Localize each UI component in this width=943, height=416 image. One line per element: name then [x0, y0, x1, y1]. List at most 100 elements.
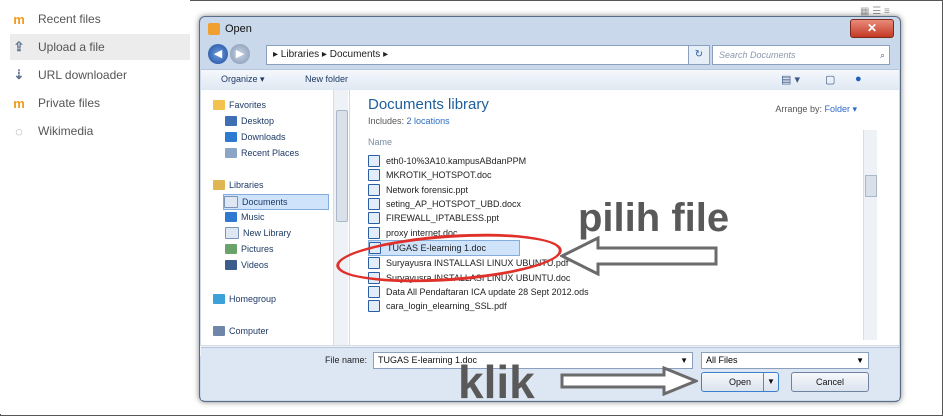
- videos-icon: [225, 260, 237, 270]
- open-dialog: Open ✕ ◀ ▶ ▸ Libraries ▸ Documents ▸ ↻ S…: [199, 16, 901, 402]
- file-icon: [368, 212, 380, 225]
- file-name: eth0-10%3A10.kampusABdanPPM: [386, 156, 527, 167]
- navigation-pane: Favorites Desktop Downloads Recent Place…: [201, 90, 350, 345]
- upload-icon: ⇪: [13, 39, 25, 54]
- file-icon: [368, 285, 380, 298]
- sidebar-item-private-files[interactable]: m Private files: [10, 90, 190, 116]
- arrange-label: Arrange by:: [775, 104, 822, 114]
- arrange-by: Arrange by: Folder ▾: [775, 104, 857, 115]
- cancel-button[interactable]: Cancel: [791, 372, 869, 392]
- sidebar-item-label: Wikimedia: [38, 124, 94, 138]
- nav-label: Computer: [229, 326, 269, 336]
- arrange-dropdown[interactable]: Folder ▾: [824, 104, 857, 114]
- file-row[interactable]: MKROTIK_HOTSPOT.doc: [368, 168, 878, 182]
- nav-homegroup[interactable]: Homegroup: [213, 292, 276, 306]
- view-options-icon[interactable]: ▤ ▾: [781, 73, 800, 86]
- sidebar-item-upload-a-file[interactable]: ⇪ Upload a file: [10, 34, 190, 60]
- documents-icon: [224, 196, 238, 208]
- preview-pane-icon[interactable]: ▢: [825, 73, 835, 86]
- file-row[interactable]: cara_login_elearning_SSL.pdf: [368, 299, 878, 313]
- scrollbar-thumb[interactable]: [336, 110, 348, 222]
- column-header-name[interactable]: Name: [368, 137, 392, 147]
- file-picker-sidebar: m Recent files ⇪ Upload a file ⇣ URL dow…: [0, 0, 190, 414]
- nav-pictures[interactable]: Pictures: [225, 242, 274, 256]
- nav-music[interactable]: Music: [225, 210, 265, 224]
- nav-label: Pictures: [241, 244, 274, 254]
- scrollbar-thumb[interactable]: [865, 175, 877, 197]
- dialog-title-text: Open: [225, 23, 252, 35]
- sidebar-item-wikimedia[interactable]: ◌ Wikimedia: [10, 118, 190, 144]
- nav-scrollbar[interactable]: [333, 90, 348, 345]
- nav-videos[interactable]: Videos: [225, 258, 268, 272]
- includes-locations-link[interactable]: 2 locations: [407, 116, 450, 126]
- organize-button[interactable]: Organize ▾: [221, 74, 265, 85]
- annotation-klik: klik: [458, 356, 535, 408]
- computer-icon: [213, 326, 225, 336]
- file-row[interactable]: Data All Pendaftaran ICA update 28 Sept …: [368, 285, 878, 299]
- recent-places-icon: [225, 148, 237, 158]
- nav-label: Downloads: [241, 132, 286, 142]
- library-icon: [225, 227, 239, 239]
- file-row[interactable]: Network forensic.ppt: [368, 183, 878, 197]
- file-type-select[interactable]: All Files ▼: [701, 352, 869, 369]
- annotation-pilih-file: pilih file: [578, 196, 730, 240]
- search-placeholder: Search Documents: [719, 50, 796, 60]
- file-name: MKROTIK_HOTSPOT.doc: [386, 170, 492, 181]
- nav-computer[interactable]: Computer: [213, 324, 269, 338]
- nav-libraries[interactable]: Libraries: [213, 178, 264, 192]
- folder-icon: [208, 23, 220, 35]
- open-button-label: Open: [728, 377, 752, 387]
- nav-documents[interactable]: Documents: [223, 194, 329, 210]
- nav-label: Homegroup: [229, 294, 277, 304]
- sidebar-item-label: Upload a file: [38, 40, 105, 54]
- nav-recent-places[interactable]: Recent Places: [225, 146, 299, 160]
- nav-label: Recent Places: [241, 148, 300, 158]
- nav-label: Documents: [242, 197, 288, 207]
- open-dropdown-icon[interactable]: ▼: [763, 373, 778, 391]
- nav-label: New Library: [243, 228, 292, 238]
- search-icon: ⌕: [879, 50, 885, 60]
- file-icon: [368, 183, 380, 196]
- refresh-icon[interactable]: ↻: [688, 45, 710, 65]
- library-title: Documents library: [368, 96, 489, 113]
- sidebar-item-url-downloader[interactable]: ⇣ URL downloader: [10, 62, 190, 88]
- file-name: Data All Pendaftaran ICA update 28 Sept …: [386, 286, 589, 297]
- nav-favorites[interactable]: Favorites: [213, 98, 266, 112]
- address-row: ◀ ▶ ▸ Libraries ▸ Documents ▸ ↻ Search D…: [206, 44, 894, 66]
- nav-label: Favorites: [229, 100, 267, 110]
- nav-new-library[interactable]: New Library: [225, 226, 291, 240]
- sidebar-item-label: Recent files: [38, 12, 101, 26]
- url-icon: ⇣: [13, 67, 25, 82]
- chevron-down-icon[interactable]: ▼: [856, 353, 864, 368]
- file-icon: [368, 155, 380, 168]
- nav-label: Music: [241, 212, 265, 222]
- address-bar[interactable]: ▸ Libraries ▸ Documents ▸: [266, 45, 708, 65]
- moodle-icon: m: [13, 11, 25, 27]
- search-input[interactable]: Search Documents ⌕: [712, 45, 890, 65]
- new-folder-button[interactable]: New folder: [305, 74, 348, 84]
- nav-desktop[interactable]: Desktop: [225, 114, 274, 128]
- pictures-icon: [225, 244, 237, 254]
- star-icon: [213, 100, 225, 110]
- file-type-value: All Files: [706, 355, 738, 365]
- help-icon[interactable]: ●: [855, 73, 862, 85]
- arrow-right-icon: [560, 366, 698, 396]
- wikimedia-icon: ◌: [15, 123, 23, 139]
- file-row[interactable]: eth0-10%3A10.kampusABdanPPM: [368, 154, 878, 168]
- sidebar-item-label: Private files: [38, 96, 101, 110]
- sidebar-item-recent-files[interactable]: m Recent files: [10, 6, 190, 32]
- file-icon: [368, 300, 380, 313]
- library-includes: Includes: 2 locations: [368, 116, 450, 126]
- open-button[interactable]: Open ▼: [701, 372, 779, 392]
- forward-icon[interactable]: ▶: [230, 44, 250, 64]
- cancel-button-label: Cancel: [815, 377, 844, 387]
- file-name: Network forensic.ppt: [386, 184, 469, 195]
- desktop-icon: [225, 116, 237, 126]
- file-icon: [368, 198, 380, 211]
- file-list-scrollbar[interactable]: [863, 130, 877, 340]
- dialog-body: Favorites Desktop Downloads Recent Place…: [201, 90, 899, 345]
- nav-downloads[interactable]: Downloads: [225, 130, 286, 144]
- back-icon[interactable]: ◀: [208, 44, 228, 64]
- file-icon: [368, 226, 380, 239]
- close-button[interactable]: ✕: [850, 19, 894, 38]
